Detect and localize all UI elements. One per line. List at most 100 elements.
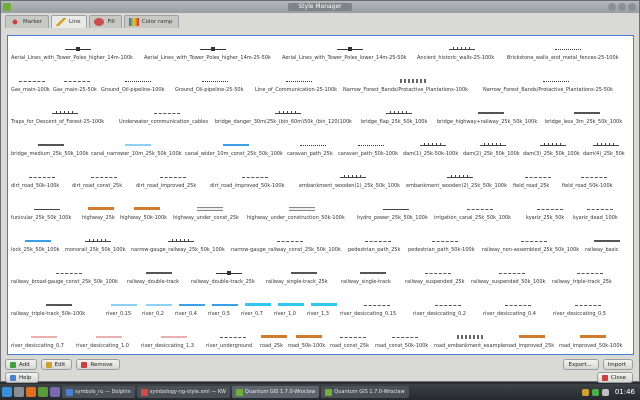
minimize-icon[interactable] — [608, 3, 616, 11]
symbol-list-item[interactable]: dam(4)_25k_50k — [583, 138, 628, 164]
symbol-list-panel[interactable]: Aerial_Lines_with_Tower_Poles_higher_14m… — [7, 35, 634, 355]
symbol-list-item[interactable]: railway_single-track_25k — [266, 266, 341, 292]
symbol-list-item[interactable]: dam(1)_25k-50k-100k — [403, 138, 463, 164]
symbol-list-item[interactable]: canal_narrower_10m_25k_50k_100k — [91, 138, 185, 164]
symbol-list-item[interactable]: Ground_Oil-pipeline-25-50k — [175, 74, 255, 100]
symbol-list-item[interactable]: bridge_less_3m_25k_50k_100k — [545, 106, 629, 132]
symbol-list-item[interactable]: river_desiccating_0,2 — [413, 298, 483, 324]
symbol-list-item[interactable]: Underwater_communication_cables — [119, 106, 215, 132]
symbol-list-item[interactable]: railway_suspended_50k_100k — [471, 266, 552, 292]
symbol-list-item[interactable]: road_const_25k — [330, 330, 375, 354]
symbol-list-item[interactable]: kyariz_25k_50k — [526, 202, 573, 228]
symbol-list-item[interactable]: pedestrian_path_25k — [348, 234, 408, 260]
symbol-list-item[interactable]: Aerial_Lines_with_Tower_Poles_lower_14m-… — [282, 42, 417, 68]
symbol-list-item[interactable]: embankment_wooden(2)_25k_50k_100k — [406, 170, 513, 196]
symbol-list-item[interactable]: Narrow_Forest_Bands/Protactive_Plantatio… — [483, 74, 628, 100]
clock[interactable]: 01:46 — [612, 388, 638, 396]
taskbar-task[interactable]: symbology-ng-style.xml — KW — [136, 386, 230, 398]
symbol-list-item[interactable]: railway_triple-track_25k — [552, 266, 627, 292]
symbol-list-item[interactable]: railway_non-assembled_25k_50k_100k — [482, 234, 585, 260]
add-button[interactable]: Add — [5, 359, 37, 370]
symbol-list-item[interactable]: Ancient_historic_walls-25-100k — [417, 42, 507, 68]
symbol-list-item[interactable]: hydro_power_25k_50k_100k — [357, 202, 434, 228]
symbol-list-item[interactable]: highway_25k — [82, 202, 120, 228]
symbol-list-item[interactable]: field_road_25k — [513, 170, 562, 196]
symbol-list-item[interactable]: canal_wider_10m_const_25k_50k_100k — [185, 138, 287, 164]
symbol-list-item[interactable]: river_0,4 — [175, 298, 208, 324]
symbol-list-item[interactable]: railway_suspended_25k — [405, 266, 471, 292]
help-button[interactable]: Help — [5, 372, 39, 383]
kde-menu-icon[interactable] — [2, 387, 12, 397]
symbol-list-item[interactable]: dam(2)_25k_50k_100k — [463, 138, 523, 164]
symbol-list-item[interactable]: Aerial_Lines_with_Tower_Poles_higher_14m… — [11, 42, 144, 68]
taskbar-task[interactable]: Quantum GIS 1.7.0-Wroclaw — [321, 386, 409, 398]
symbol-list-item[interactable]: river_desiccating_0,4 — [483, 298, 553, 324]
symbol-list-item[interactable]: Gas_main-100k — [11, 74, 53, 100]
symbol-list-item[interactable]: river_desiccating_1,3 — [141, 330, 206, 354]
symbol-list-item[interactable]: river_0,5 — [208, 298, 241, 324]
symbol-list-item[interactable]: railway_triple-track_50k-100k — [11, 298, 106, 324]
notification-icon[interactable] — [581, 388, 589, 396]
symbol-list-item[interactable]: bridge_highway+railway_25k_50k_100k — [437, 106, 545, 132]
import-button[interactable]: Import — [602, 359, 633, 370]
symbol-list-item[interactable]: road_25k — [260, 330, 288, 354]
taskbar-task[interactable]: Quantum GIS 1.7.0-Wroclaw — [231, 386, 320, 398]
symbol-list-item[interactable]: Traps_for_Descent_of_Forest-25-100k — [11, 106, 119, 132]
symbol-list-item[interactable]: river_1,3 — [307, 298, 340, 324]
symbol-list-item[interactable]: road_50k-100k — [288, 330, 330, 354]
symbol-list-item[interactable]: railway_broad-gauge_const_25k_50k_100k — [11, 266, 127, 292]
edit-button[interactable]: Edit — [40, 359, 73, 370]
network-icon[interactable] — [591, 388, 599, 396]
symbol-list-item[interactable]: bridge_flap_25k_50k_100k — [361, 106, 437, 132]
symbol-list-item[interactable]: dirt_road_improved_25k — [136, 170, 210, 196]
symbol-list-item[interactable]: railway_double-track — [127, 266, 191, 292]
symbol-list-item[interactable]: caravan_path_25k — [287, 138, 338, 164]
symbol-list-item[interactable]: road_improved_25k — [505, 330, 559, 354]
symbol-list-item[interactable]: Brickstone_walls_and_metal_fences-25-100… — [507, 42, 628, 68]
symbol-list-item[interactable]: river_0,15 — [106, 298, 142, 324]
symbol-list-item[interactable]: railway_single-track — [341, 266, 405, 292]
symbol-list-item[interactable]: monorail_25k_50k_100k — [65, 234, 131, 260]
symbol-list-item[interactable]: river_underground — [206, 330, 260, 354]
symbol-list-item[interactable]: dirt_road_50k-100k — [11, 170, 72, 196]
tab-fill[interactable]: Fill — [89, 15, 122, 28]
symbol-list-item[interactable]: bridge_danger_30m(25k_(bin_60m)50k_(bin_… — [215, 106, 361, 132]
tab-line[interactable]: Line — [51, 15, 88, 28]
export-button[interactable]: Export... — [563, 359, 599, 370]
symbol-list-item[interactable]: caravan_path_50k-100k — [338, 138, 403, 164]
symbol-list-item[interactable]: funicular_25k_50k_100k — [11, 202, 82, 228]
symbol-list-item[interactable]: Line_of_Communication-25-100k — [255, 74, 343, 100]
terminal-icon[interactable] — [50, 387, 60, 397]
firefox-icon[interactable] — [26, 387, 36, 397]
symbol-list-item[interactable]: road_const_50k-100k — [375, 330, 434, 354]
symbol-list-item[interactable]: kyariz_dead_100k — [573, 202, 626, 228]
symbol-list-item[interactable]: Aerial_Lines_with_Tower_Poles_higher_14m… — [144, 42, 282, 68]
symbol-list-item[interactable]: bridge_medium_25k_50k_100k — [11, 138, 91, 164]
symbol-list-item[interactable]: river_0,2 — [142, 298, 175, 324]
close-window-icon[interactable] — [628, 3, 636, 11]
symbol-list-item[interactable]: field_road_50k-100k — [562, 170, 626, 196]
symbol-list-item[interactable]: irrigation_canal_25k_50k_100k — [434, 202, 526, 228]
symbol-list-item[interactable]: road_embankment_example — [434, 330, 505, 354]
symbol-list-item[interactable]: narrow-gauge_railway_const_25k_50k_100k — [231, 234, 348, 260]
symbol-list-item[interactable]: embankment_wooden(1)_25k_50k_100k — [299, 170, 406, 196]
symbol-list-item[interactable]: river_desiccating_1,0 — [76, 330, 141, 354]
volume-icon[interactable] — [601, 388, 609, 396]
qgis-launcher-icon[interactable] — [38, 387, 48, 397]
symbol-list-item[interactable]: Gas_main-25-50k — [53, 74, 101, 100]
symbol-list-item[interactable]: river_desiccating_0,7 — [11, 330, 76, 354]
symbol-list-item[interactable]: dam(3)_25k_50k_100k — [523, 138, 583, 164]
symbol-list-item[interactable]: narrow-gauge_railway_25k_50k_100k — [131, 234, 231, 260]
symbol-list-item[interactable]: highway_under_construction_50k-100k — [247, 202, 357, 228]
taskbar-task[interactable]: symbols_ru — Dolphin — [62, 386, 135, 398]
symbol-list-item[interactable]: dirt_road_improved_50k-100k — [210, 170, 299, 196]
remove-button[interactable]: Remove — [76, 359, 120, 370]
symbol-list-item[interactable]: Ground_Oil-pipeline-100k — [101, 74, 175, 100]
symbol-list-item[interactable]: highway_under_const_25k — [173, 202, 247, 228]
symbol-list-item[interactable]: road_improved_50k-100k — [559, 330, 627, 354]
desktop-icon[interactable] — [14, 387, 24, 397]
title-bar[interactable]: Style Manager — [1, 1, 639, 13]
symbol-list-item[interactable]: railway_double-track_25k — [191, 266, 266, 292]
symbol-list-item[interactable]: river_0,7 — [241, 298, 274, 324]
symbol-list-item[interactable]: Narrow_Forest_Bands/Protactive_Plantatio… — [343, 74, 483, 100]
